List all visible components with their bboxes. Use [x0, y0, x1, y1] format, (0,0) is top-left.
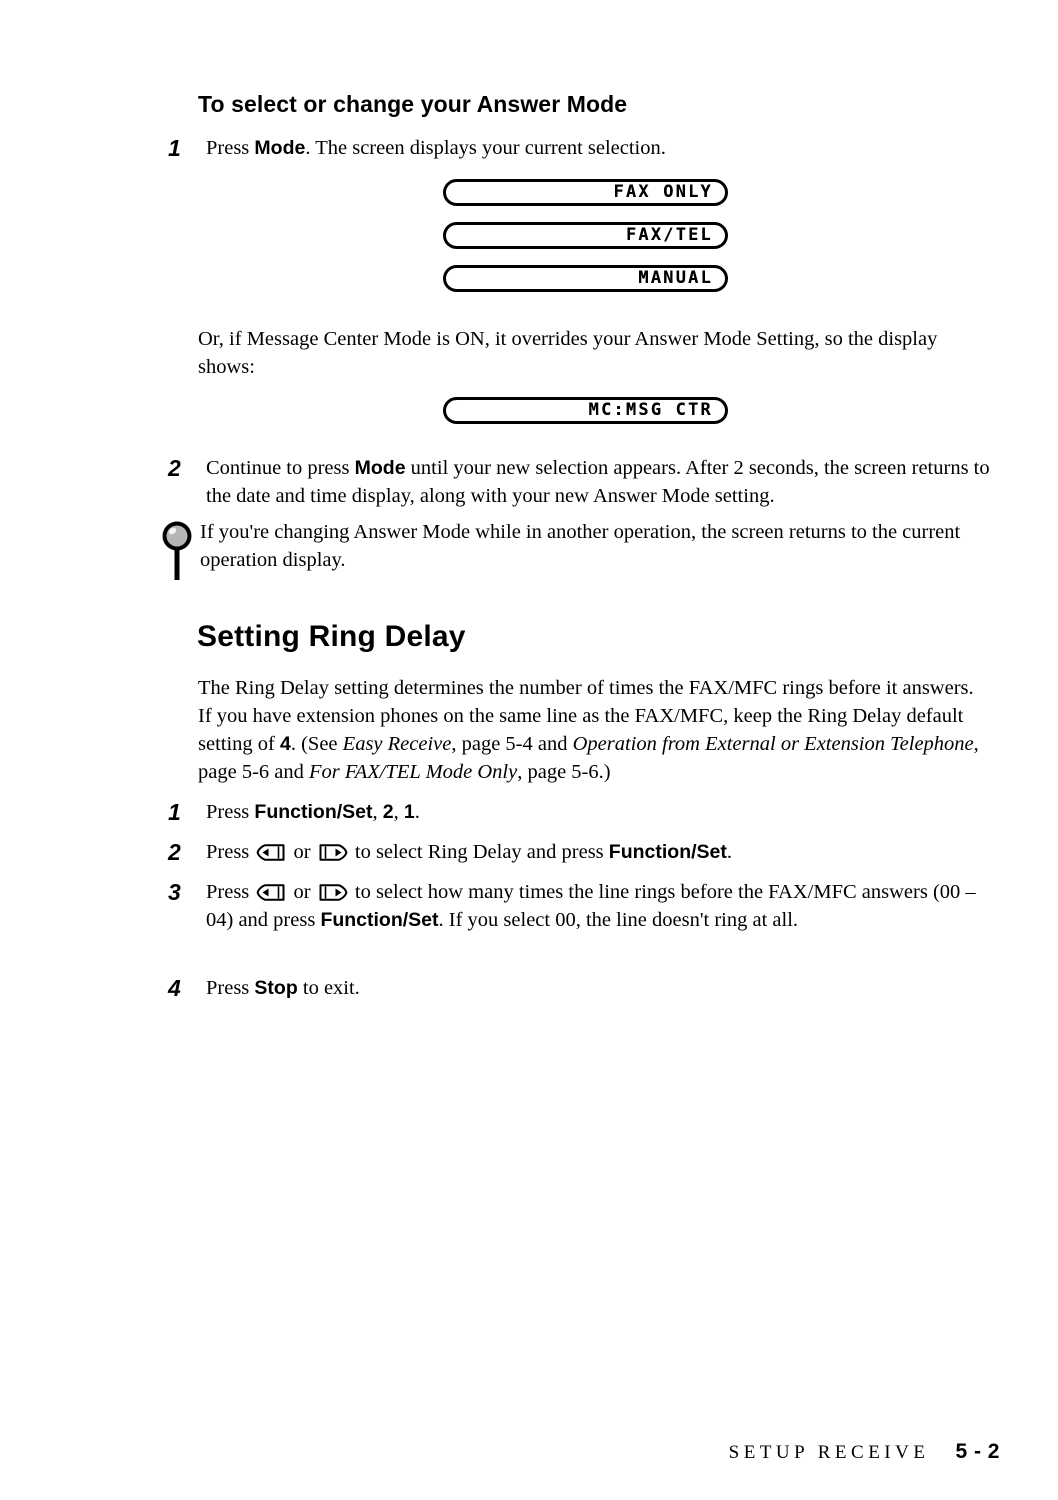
- reference-fax-tel-mode: For FAX/TEL Mode Only: [309, 761, 518, 783]
- document-page: To select or change your Answer Mode 1 P…: [0, 0, 1058, 1500]
- step-text-mid: to select Ring Delay and press: [349, 841, 609, 863]
- lcd-display-fax-only: FAX ONLY: [443, 179, 728, 206]
- intro-part-5: , page 5-6.): [517, 761, 611, 783]
- ring-delay-intro-paragraph: The Ring Delay setting determines the nu…: [198, 674, 988, 786]
- step-number: 1: [168, 799, 181, 825]
- step-text: Continue to press Mode until your new se…: [206, 454, 1006, 510]
- section-heading: Setting Ring Delay: [197, 620, 466, 653]
- step-text: Press or to select Ring Delay and press …: [206, 838, 732, 866]
- step-text-before: Press: [206, 137, 255, 159]
- step-text: Press or to select how many times the li…: [206, 878, 996, 934]
- lcd-text: FAX/TEL: [625, 225, 713, 245]
- lcd-text: FAX ONLY: [613, 182, 713, 202]
- step-text-or: or: [288, 881, 316, 903]
- left-arrow-key-icon: [257, 884, 285, 901]
- step-text: Press Function/Set, 2, 1.: [206, 798, 420, 826]
- button-name-function-set: Function/Set: [320, 909, 439, 931]
- default-ring-value: 4: [280, 733, 291, 755]
- step-text-after: to exit.: [297, 977, 360, 999]
- step-text-after: . If you select 00, the line doesn't rin…: [438, 909, 799, 931]
- step-number: 1: [168, 135, 181, 161]
- lcd-text: MANUAL: [638, 268, 713, 288]
- step-text-before: Press: [206, 977, 255, 999]
- right-arrow-key-icon: [319, 844, 348, 861]
- step-text-before: Press: [206, 841, 255, 863]
- step-number: 3: [168, 879, 181, 905]
- intro-part-2: . (See: [290, 733, 343, 755]
- lcd-display-message-center: MC:MSG CTR: [443, 397, 728, 424]
- step-text-or: or: [288, 841, 316, 863]
- footer-page-number: 5 - 2: [955, 1440, 1000, 1463]
- intro-part-3: , page 5-4 and: [451, 733, 573, 755]
- step-number: 2: [168, 455, 181, 481]
- step-text-before: Press: [206, 881, 255, 903]
- left-arrow-key-icon: [257, 844, 285, 861]
- button-name-stop: Stop: [254, 977, 298, 999]
- button-name-function-set: Function/Set: [254, 801, 373, 823]
- lcd-display-manual: MANUAL: [443, 265, 728, 292]
- step-text-before: Press: [206, 801, 255, 823]
- button-name-mode: Mode: [354, 457, 406, 479]
- lcd-display-fax-tel: FAX/TEL: [443, 222, 728, 249]
- page-subheading: To select or change your Answer Mode: [198, 91, 628, 117]
- reference-easy-receive: Easy Receive: [342, 733, 452, 755]
- step-sep-2: ,: [393, 801, 404, 823]
- button-name-function-set: Function/Set: [608, 841, 727, 863]
- step-text: Press Mode. The screen displays your cur…: [206, 134, 666, 162]
- step-number: 4: [168, 975, 181, 1001]
- reference-operation-external: Operation from External or Extension Tel…: [572, 733, 974, 755]
- step-text-after: .: [726, 841, 732, 863]
- footer-section-title: SETUP RECEIVE: [728, 1442, 930, 1463]
- magnifier-icon: [162, 521, 192, 580]
- step-sep-1: ,: [372, 801, 383, 823]
- step-text: Press Stop to exit.: [206, 974, 360, 1002]
- note-text: If you're changing Answer Mode while in …: [200, 521, 961, 571]
- override-paragraph: Or, if Message Center Mode is ON, it ove…: [198, 328, 938, 378]
- page-footer: SETUP RECEIVE 5 - 2: [0, 1440, 1058, 1464]
- step-text-after: .: [414, 801, 420, 823]
- step-number: 2: [168, 839, 181, 865]
- step-text-after: . The screen displays your current selec…: [305, 137, 666, 159]
- step-text-before: Continue to press: [206, 457, 355, 479]
- button-name-mode: Mode: [254, 137, 306, 159]
- keypad-digit-1: 1: [403, 801, 415, 823]
- keypad-digit-2: 2: [382, 801, 394, 823]
- right-arrow-key-icon: [319, 884, 348, 901]
- lcd-text: MC:MSG CTR: [588, 400, 713, 420]
